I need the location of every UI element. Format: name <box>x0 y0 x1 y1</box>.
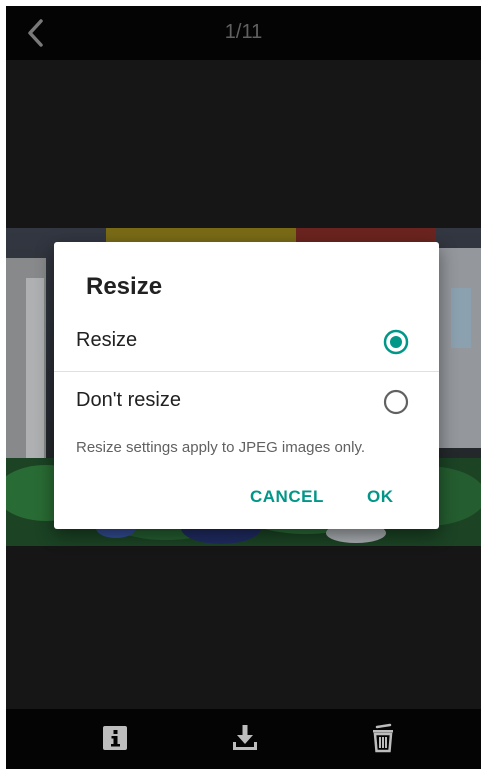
option-divider <box>54 371 439 372</box>
option-resize[interactable]: Resize <box>54 313 439 371</box>
option-dont-resize[interactable]: Don't resize <box>54 373 439 431</box>
resize-dialog: Resize Resize Don't resize Resize settin… <box>54 242 439 529</box>
radio-unchecked-icon[interactable] <box>383 389 409 415</box>
cancel-button[interactable]: CANCEL <box>250 487 324 507</box>
option-label: Don't resize <box>76 389 181 411</box>
dialog-title: Resize <box>86 273 163 300</box>
image-viewer-screen: 1/11 Resize Resize Don't resize Resize s… <box>6 6 481 769</box>
radio-checked-icon[interactable] <box>383 329 409 355</box>
dialog-note: Resize settings apply to JPEG images onl… <box>76 439 366 456</box>
ok-button[interactable]: OK <box>367 487 394 507</box>
option-label: Resize <box>76 329 138 351</box>
